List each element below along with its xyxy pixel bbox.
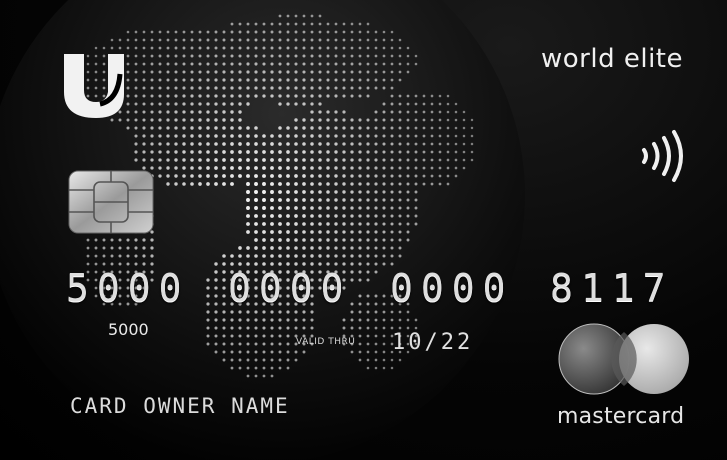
valid-thru-label: VALID THRU (296, 337, 356, 347)
card-owner-name: CARD OWNER NAME (70, 394, 290, 418)
emv-chip-icon (68, 170, 154, 234)
u-bank-logo (64, 54, 124, 118)
card-number-group-4: 8117 (550, 266, 674, 310)
contactless-icon (642, 130, 683, 182)
card-number-group-1: 5000 (66, 266, 190, 310)
card-number-group-2: 0000 (228, 266, 352, 310)
card-number-prefix-small: 5000 (108, 320, 149, 339)
mastercard-logo (558, 323, 689, 395)
network-name: mastercard (557, 404, 685, 429)
card-number-group-3: 0000 (390, 266, 514, 310)
card-tier-label: world elite (541, 44, 683, 74)
bank-card: world elite 5000 0000 0000 8117 5000 VAL… (0, 0, 727, 460)
expiry-date: 10/22 (392, 330, 474, 355)
